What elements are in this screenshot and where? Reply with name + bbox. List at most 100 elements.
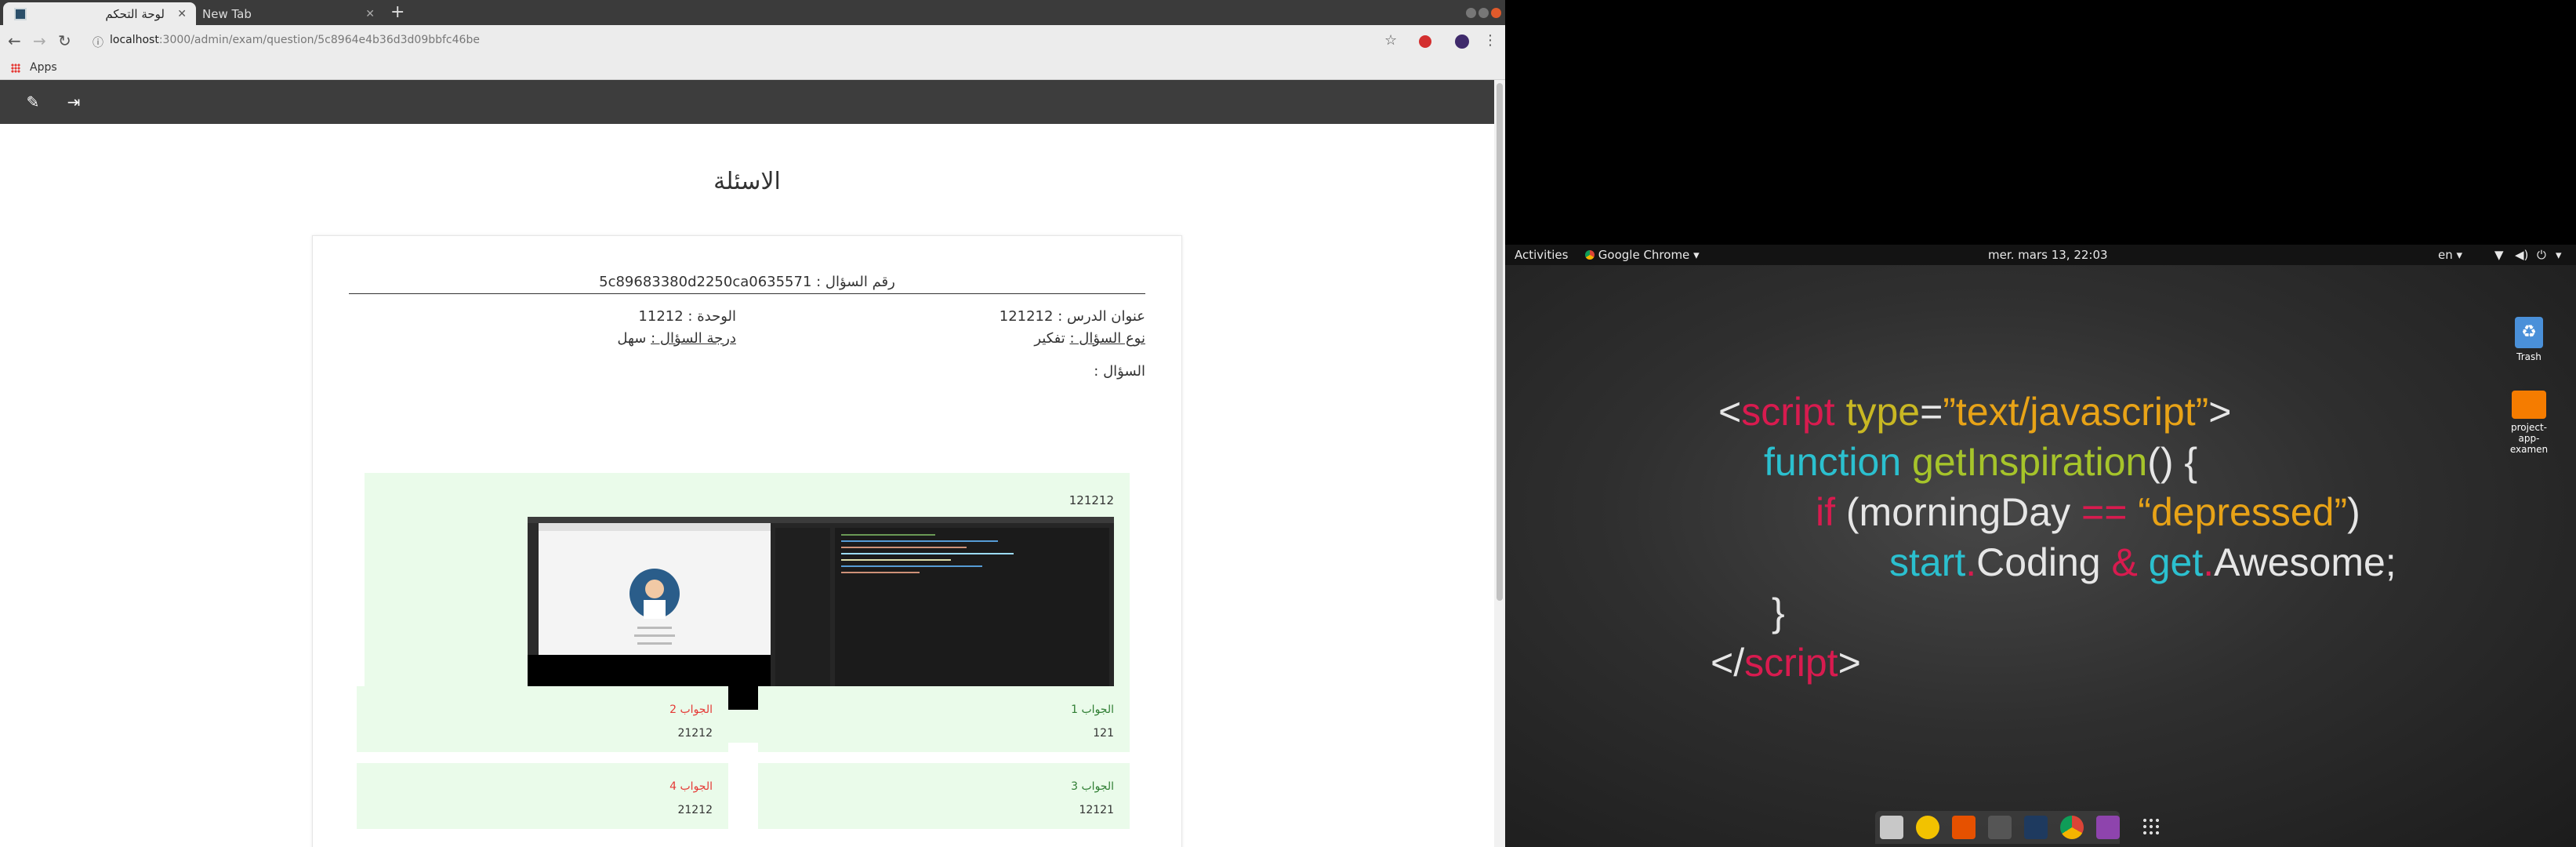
dock xyxy=(1875,811,2120,844)
logout-icon[interactable]: ⇥ xyxy=(64,93,83,111)
wifi-icon[interactable]: ▼ xyxy=(2494,248,2504,262)
language-indicator[interactable]: en ▾ xyxy=(2438,248,2462,262)
show-applications-icon[interactable] xyxy=(2142,817,2161,836)
question-id: رقم السؤال : 5c89683380d2250ca0635571 xyxy=(349,274,1145,294)
code-line-1: <script type=”text/javascript”> xyxy=(1718,390,2232,434)
unit-value: 11212 xyxy=(638,308,684,325)
gnome-top-bar: Activities Google Chrome ▾ mer. mars 13,… xyxy=(1505,245,2576,265)
difficulty: درجة السؤال : سهل xyxy=(617,330,736,347)
answer-4-label: الجواب 4 xyxy=(669,780,713,793)
desktop-icon-project-folder[interactable]: project-app-examen xyxy=(2505,391,2552,455)
video-app-icon[interactable] xyxy=(2096,816,2120,839)
volume-icon[interactable]: ◀) xyxy=(2515,248,2528,262)
question-text: 121212 xyxy=(1068,493,1114,507)
bookmark-star-icon[interactable]: ☆ xyxy=(1384,30,1397,52)
desktop-icon-trash[interactable]: ♻ Trash xyxy=(2505,317,2552,362)
extension-adblock-icon[interactable] xyxy=(1419,35,1431,48)
browser-window: لوحة التحكم ✕ New Tab ✕ + ← → ↻ ⓘ localh… xyxy=(0,0,1505,847)
site-info-icon[interactable]: ⓘ xyxy=(93,35,103,50)
web-page: ✎ ⇥ الاسئلة رقم السؤال : 5c89683380d2250… xyxy=(0,80,1494,847)
tab-close-icon[interactable]: ✕ xyxy=(177,8,187,20)
url-path: :3000/admin/exam/question/5c8964e4b36d3d… xyxy=(158,34,480,46)
question-label: السؤال : xyxy=(1094,363,1145,380)
lesson-title-label: عنوان الدرس : xyxy=(1058,308,1145,325)
answer-1-value: 121 xyxy=(1093,727,1114,740)
chrome-logo-icon xyxy=(1585,250,1595,260)
code-line-4: start.Coding & get.Awesome; xyxy=(1889,540,2396,584)
answer-card-4: الجواب 4 21212 xyxy=(357,763,728,829)
wallpaper: <script type=”text/javascript”> function… xyxy=(1505,265,2576,847)
edit-icon[interactable]: ✎ xyxy=(24,93,42,111)
page-scrollbar[interactable] xyxy=(1494,80,1505,847)
scrollbar-thumb[interactable] xyxy=(1497,83,1503,601)
page-title: الاسئلة xyxy=(713,168,781,195)
minimize-icon[interactable] xyxy=(1466,8,1476,18)
bookmark-apps[interactable]: Apps xyxy=(30,61,57,74)
unit: الوحدة : 11212 xyxy=(638,308,736,325)
forward-arrow-icon[interactable]: → xyxy=(33,30,46,52)
question-type-value: تفكير xyxy=(1034,330,1065,347)
question-card: رقم السؤال : 5c89683380d2250ca0635571 عن… xyxy=(312,235,1182,847)
code-line-6: </script> xyxy=(1711,641,1861,685)
activities-button[interactable]: Activities xyxy=(1515,248,1568,262)
answer-card-2: الجواب 2 21212 xyxy=(357,686,728,752)
url-host: localhost xyxy=(110,34,159,46)
software-center-app-icon[interactable] xyxy=(1952,816,1976,839)
desktop-icon-label: Trash xyxy=(2516,351,2542,362)
answer-3-label: الجواب 3 xyxy=(1071,780,1114,793)
tab-title: لوحة التحكم xyxy=(105,6,165,21)
language-label: en xyxy=(2438,248,2453,262)
folder-icon xyxy=(2512,391,2546,419)
tab-close-icon[interactable]: ✕ xyxy=(365,8,375,20)
new-tab-plus-icon[interactable]: + xyxy=(390,2,405,23)
power-icon[interactable]: ⏻ xyxy=(2537,248,2546,262)
code-line-5: } xyxy=(1772,591,1785,634)
answer-card-1: الجواب 1 121 xyxy=(758,686,1130,752)
site-favicon-icon xyxy=(14,7,27,20)
answer-4-value: 21212 xyxy=(677,804,713,816)
question-screenshot-image xyxy=(528,517,1114,710)
vscode-app-icon[interactable] xyxy=(2024,816,2048,839)
code-line-3: if (morningDay == “depressed”) xyxy=(1816,490,2360,534)
chrome-app-icon[interactable] xyxy=(2060,816,2084,839)
chevron-down-icon: ▾ xyxy=(2456,248,2463,262)
files-app-icon[interactable] xyxy=(1880,816,1903,839)
answer-1-label: الجواب 1 xyxy=(1071,703,1114,716)
gnome-desktop: Activities Google Chrome ▾ mer. mars 13,… xyxy=(1505,0,2576,847)
question-type-label: نوع السؤال : xyxy=(1069,330,1145,347)
difficulty-value: سهل xyxy=(617,330,647,347)
lesson-title-value: 121212 xyxy=(999,308,1054,325)
desktop-icon-label: project-app-examen xyxy=(2509,422,2549,455)
answer-2-label: الجواب 2 xyxy=(669,703,713,716)
address-bar[interactable]: localhost:3000/admin/exam/question/5c896… xyxy=(110,34,480,46)
app-menu-label: Google Chrome xyxy=(1598,248,1690,262)
tab-strip: لوحة التحكم ✕ New Tab ✕ + xyxy=(0,0,1505,25)
unit-label: الوحدة : xyxy=(688,308,736,325)
tab-dashboard[interactable]: لوحة التحكم ✕ xyxy=(3,2,196,25)
terminal-app-icon[interactable] xyxy=(1988,816,2012,839)
system-menu-chevron-icon[interactable]: ▾ xyxy=(2556,248,2562,262)
difficulty-label: درجة السؤال : xyxy=(651,330,736,347)
back-arrow-icon[interactable]: ← xyxy=(8,30,21,52)
maximize-icon[interactable] xyxy=(1478,8,1489,18)
apps-grid-icon[interactable] xyxy=(11,64,20,73)
answer-3-value: 12121 xyxy=(1079,804,1114,816)
reload-icon[interactable]: ↻ xyxy=(58,30,71,52)
lesson-title: عنوان الدرس : 121212 xyxy=(1000,308,1145,325)
rhythmbox-app-icon[interactable] xyxy=(1916,816,1939,839)
app-menu[interactable]: Google Chrome ▾ xyxy=(1585,248,1700,262)
code-line-2: function getInspiration() { xyxy=(1764,440,2198,484)
question-type: نوع السؤال : تفكير xyxy=(1034,330,1145,347)
trash-icon: ♻ xyxy=(2515,317,2543,348)
chrome-menu-icon[interactable]: ⋮ xyxy=(1483,30,1497,52)
profile-avatar[interactable] xyxy=(1455,35,1469,49)
close-window-icon[interactable] xyxy=(1491,8,1501,18)
screenshot-illustration xyxy=(528,517,1114,710)
clock[interactable]: mer. mars 13, 22:03 xyxy=(1988,248,2108,262)
bookmarks-bar: Apps xyxy=(0,56,1505,80)
tab-title: New Tab xyxy=(202,6,252,21)
browser-toolbar: ← → ↻ ⓘ localhost:3000/admin/exam/questi… xyxy=(0,25,1505,56)
tab-new-tab[interactable]: New Tab ✕ xyxy=(196,2,384,25)
chevron-down-icon: ▾ xyxy=(1693,248,1700,262)
answer-card-3: الجواب 3 12121 xyxy=(758,763,1130,829)
